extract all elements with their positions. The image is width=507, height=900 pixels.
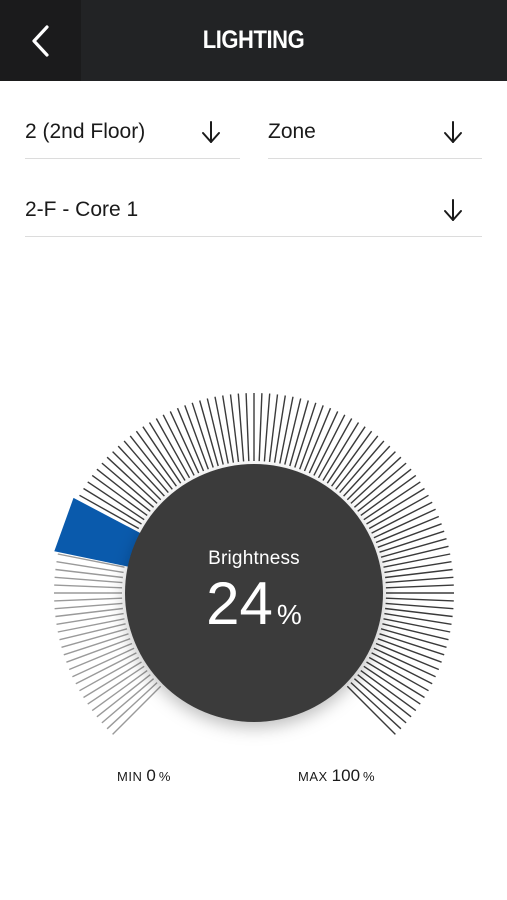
min-label: MIN 0% bbox=[117, 766, 170, 786]
dial-tick bbox=[363, 665, 421, 705]
dial-tick bbox=[368, 494, 429, 530]
dial-tick bbox=[79, 656, 140, 692]
dial-tick bbox=[326, 426, 366, 484]
dial-tick bbox=[279, 396, 294, 464]
max-caption: MAX bbox=[298, 769, 328, 784]
dial-tick bbox=[54, 584, 123, 589]
dial-tick bbox=[54, 602, 123, 610]
dial-tick bbox=[87, 665, 145, 705]
dial-tick bbox=[313, 414, 346, 476]
brightness-dial[interactable]: Brightness 24% bbox=[0, 0, 507, 900]
dial-tick bbox=[385, 597, 454, 602]
max-unit: % bbox=[363, 769, 375, 784]
dial-tick bbox=[371, 501, 433, 534]
dial-tick bbox=[75, 652, 137, 685]
dial-tick bbox=[57, 618, 125, 633]
dial-tick bbox=[385, 576, 454, 584]
dial-tick bbox=[303, 407, 332, 472]
dial-tick bbox=[162, 414, 195, 476]
dial-tick bbox=[176, 407, 205, 472]
dial-tick bbox=[368, 656, 429, 692]
dial-tick bbox=[214, 396, 229, 464]
dial-tick bbox=[237, 393, 245, 462]
dial-tick bbox=[383, 618, 451, 633]
min-caption: MIN bbox=[117, 769, 143, 784]
dial-tick bbox=[54, 576, 123, 584]
dial-tick bbox=[263, 393, 271, 462]
dial-tick bbox=[375, 515, 440, 544]
brightness-dial-graphic bbox=[54, 393, 454, 735]
dial-tick bbox=[371, 652, 433, 685]
dial-tick bbox=[54, 597, 123, 602]
dial-tick bbox=[155, 418, 191, 479]
min-value: 0 bbox=[146, 766, 156, 785]
max-label: MAX 100% bbox=[298, 766, 375, 786]
dial-tick bbox=[385, 584, 454, 589]
dial-tick bbox=[383, 553, 451, 568]
dial-tick bbox=[363, 481, 421, 521]
dial-tick bbox=[142, 426, 182, 484]
dial-tick bbox=[375, 642, 440, 671]
dial-tick bbox=[245, 393, 250, 462]
dial-tick bbox=[258, 393, 263, 462]
min-unit: % bbox=[158, 769, 171, 784]
dial-tick bbox=[317, 418, 353, 479]
dial-tick bbox=[385, 602, 454, 610]
dial-tick bbox=[68, 642, 133, 671]
dial-handle[interactable] bbox=[54, 497, 143, 568]
max-value: 100 bbox=[331, 766, 361, 785]
dial-knob[interactable] bbox=[125, 464, 383, 722]
